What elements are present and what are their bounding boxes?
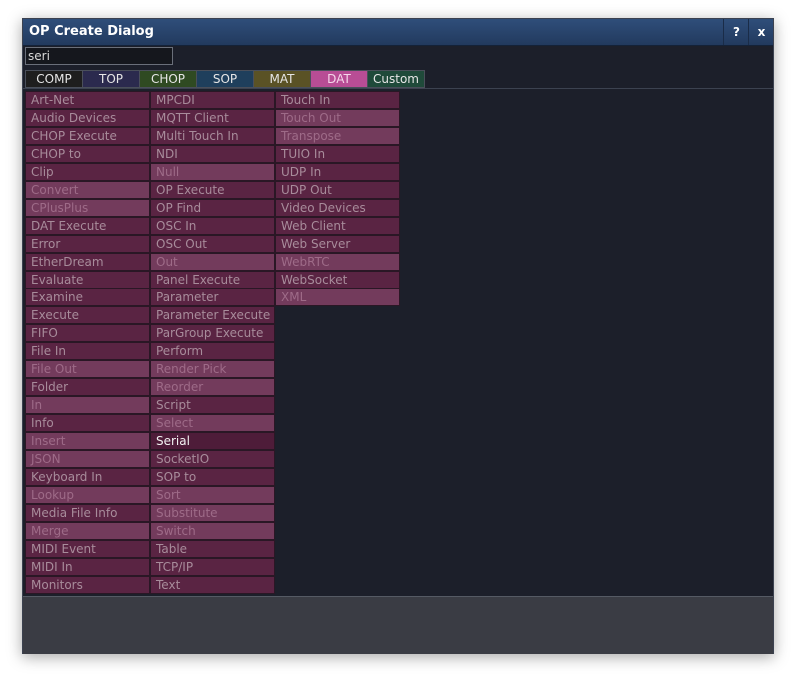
operator-item[interactable]: Insert xyxy=(25,432,150,451)
operator-item[interactable]: Art-Net xyxy=(25,91,150,109)
tab-dat[interactable]: DAT xyxy=(310,70,368,88)
operator-item[interactable]: Reorder xyxy=(150,378,275,397)
operator-item[interactable]: Render Pick xyxy=(150,360,275,379)
operator-item[interactable]: Serial xyxy=(150,432,275,451)
tab-comp[interactable]: COMP xyxy=(25,70,83,88)
operator-item[interactable]: Panel Execute xyxy=(150,270,275,289)
operator-item[interactable]: NDI xyxy=(150,144,275,163)
operator-item[interactable]: Media File Info xyxy=(25,503,150,522)
operator-item[interactable]: Merge xyxy=(25,521,150,540)
operator-item[interactable]: Text xyxy=(150,575,275,594)
operator-item[interactable]: Keyboard In xyxy=(25,467,150,486)
tab-divider xyxy=(23,88,773,89)
operator-item[interactable]: Execute xyxy=(25,306,150,325)
operator-item[interactable]: MQTT Client xyxy=(150,108,275,127)
operator-item[interactable]: Switch xyxy=(150,521,275,540)
operator-item[interactable]: File In xyxy=(25,342,150,361)
operator-item[interactable]: Convert xyxy=(25,180,150,199)
operator-item[interactable]: CHOP Execute xyxy=(25,126,150,145)
operator-item[interactable]: MIDI In xyxy=(25,557,150,576)
op-create-dialog: OP Create Dialog ? x COMPTOPCHOPSOPMATDA… xyxy=(22,18,774,654)
operator-item[interactable]: XML xyxy=(275,288,400,307)
operator-item[interactable]: Video Devices xyxy=(275,198,400,217)
tab-chop[interactable]: CHOP xyxy=(139,70,197,88)
operator-item[interactable]: CPlusPlus xyxy=(25,198,150,217)
operator-item[interactable]: UDP Out xyxy=(275,180,400,199)
operator-item[interactable]: ParGroup Execute xyxy=(150,324,275,343)
operator-item[interactable]: CHOP to xyxy=(25,144,150,163)
dialog-footer xyxy=(23,596,773,654)
operator-item[interactable]: Multi Touch In xyxy=(150,126,275,145)
tab-top[interactable]: TOP xyxy=(82,70,140,88)
operator-item[interactable]: UDP In xyxy=(275,162,400,181)
operator-item[interactable]: EtherDream xyxy=(25,252,150,271)
operator-item[interactable]: MIDI Event xyxy=(25,539,150,558)
tab-mat[interactable]: MAT xyxy=(253,70,311,88)
operator-item[interactable]: File Out xyxy=(25,360,150,379)
operator-item[interactable]: JSON xyxy=(25,450,150,468)
operator-item[interactable]: Clip xyxy=(25,162,150,181)
help-button[interactable]: ? xyxy=(723,19,749,45)
operator-item[interactable]: Folder xyxy=(25,378,150,397)
operator-item[interactable]: OSC Out xyxy=(150,234,275,253)
tab-custom[interactable]: Custom xyxy=(367,70,425,88)
operator-item[interactable]: WebRTC xyxy=(275,252,400,271)
operator-item[interactable]: Touch In xyxy=(275,91,400,109)
operator-item[interactable]: Evaluate xyxy=(25,270,150,289)
operator-item[interactable]: In xyxy=(25,396,150,415)
operator-item[interactable]: Table xyxy=(150,539,275,558)
operator-item[interactable]: DAT Execute xyxy=(25,216,150,235)
close-button[interactable]: x xyxy=(748,19,774,45)
operator-item[interactable]: MPCDI xyxy=(150,91,275,109)
tab-sop[interactable]: SOP xyxy=(196,70,254,88)
operator-item[interactable]: Transpose xyxy=(275,126,400,145)
operator-item[interactable]: TUIO In xyxy=(275,144,400,163)
operator-item[interactable]: Examine xyxy=(25,288,150,307)
operator-item[interactable]: Sort xyxy=(150,485,275,504)
dialog-title: OP Create Dialog xyxy=(29,24,154,39)
operator-item[interactable]: Error xyxy=(25,234,150,253)
operator-item[interactable]: Web Client xyxy=(275,216,400,235)
operator-item[interactable]: WebSocket xyxy=(275,270,400,289)
operator-item[interactable]: Web Server xyxy=(275,234,400,253)
operator-item[interactable]: Parameter Execute xyxy=(150,306,275,325)
operator-item[interactable]: Monitors xyxy=(25,575,150,594)
operator-item[interactable]: Substitute xyxy=(150,503,275,522)
operator-item[interactable]: Touch Out xyxy=(275,108,400,127)
operator-item[interactable]: Info xyxy=(25,414,150,433)
search-input[interactable] xyxy=(25,47,173,65)
operator-item[interactable]: Null xyxy=(150,162,275,181)
operator-item[interactable]: Perform xyxy=(150,342,275,361)
operator-item[interactable]: FIFO xyxy=(25,324,150,343)
operator-item[interactable]: Script xyxy=(150,396,275,415)
operator-item[interactable]: SOP to xyxy=(150,467,275,486)
operator-item[interactable]: OSC In xyxy=(150,216,275,235)
operator-item[interactable]: OP Find xyxy=(150,198,275,217)
operator-item[interactable]: Parameter xyxy=(150,288,275,307)
operator-item[interactable]: Lookup xyxy=(25,485,150,504)
operator-item[interactable]: Audio Devices xyxy=(25,108,150,127)
operator-item[interactable]: TCP/IP xyxy=(150,557,275,576)
operator-item[interactable]: Select xyxy=(150,414,275,433)
title-bar[interactable]: OP Create Dialog ? x xyxy=(23,19,773,46)
operator-item[interactable]: SocketIO xyxy=(150,450,275,468)
operator-item[interactable]: Out xyxy=(150,252,275,271)
operator-item[interactable]: OP Execute xyxy=(150,180,275,199)
